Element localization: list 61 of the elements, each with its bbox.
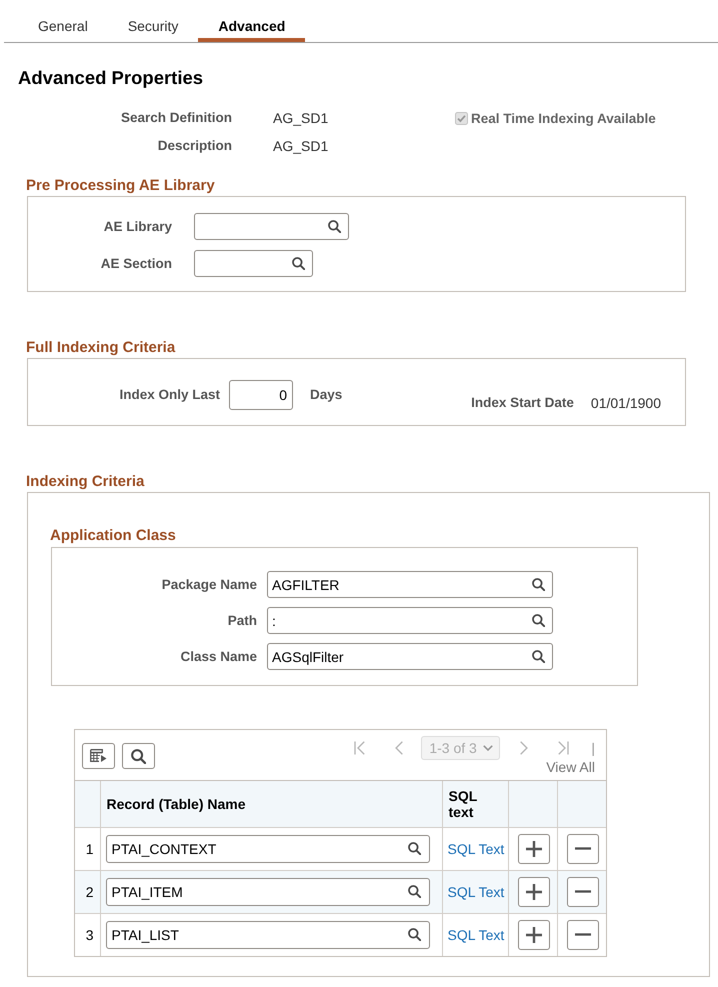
field-label: Search Definition <box>120 110 232 126</box>
minus-icon <box>574 890 590 893</box>
lookup-field[interactable]: AGFILTER <box>267 571 553 598</box>
search-icon[interactable] <box>131 748 146 764</box>
lookup-field[interactable]: PTAI_LIST <box>106 920 430 949</box>
find-button[interactable] <box>122 743 155 769</box>
field-value: AG_SD1 <box>273 138 328 154</box>
field-value: AG_SD1 <box>273 110 328 126</box>
unit-label: Days <box>310 387 342 403</box>
number-field[interactable]: 0 <box>229 380 293 410</box>
field-label: Description <box>158 138 232 154</box>
checkbox-label: Real Time Indexing Available <box>471 110 656 126</box>
lookup-field[interactable]: PTAI_CONTEXT <box>106 834 430 862</box>
search-icon[interactable] <box>408 928 420 942</box>
minus-icon <box>574 847 590 850</box>
tab[interactable]: General <box>18 0 108 42</box>
field-label: Path <box>228 612 257 628</box>
field-value: 01/01/1900 <box>590 395 661 411</box>
lookup-field[interactable]: AGSqlFilter <box>267 643 553 670</box>
separator-text: | <box>591 740 595 756</box>
row-number: 1 <box>75 827 100 870</box>
table-arrow-icon <box>90 749 107 763</box>
search-icon[interactable] <box>532 578 545 591</box>
lookup-field[interactable] <box>194 213 349 240</box>
tab[interactable]: Advanced <box>198 0 306 42</box>
search-icon[interactable] <box>532 650 545 663</box>
plus-icon <box>526 884 542 900</box>
row-number: 2 <box>75 870 100 913</box>
search-icon[interactable] <box>408 842 420 855</box>
section-title: Full Indexing Criteria <box>26 339 176 357</box>
add-row-button[interactable] <box>518 920 550 950</box>
field-label: AE Section <box>100 256 172 272</box>
personalize-button[interactable] <box>82 743 115 769</box>
add-row-button[interactable] <box>518 876 550 906</box>
search-icon[interactable] <box>328 220 341 233</box>
lookup-field[interactable]: : <box>267 607 553 634</box>
plus-icon <box>526 926 542 943</box>
add-row-button[interactable] <box>518 834 550 864</box>
tab[interactable]: Security <box>108 0 198 42</box>
section-title: Indexing Criteria <box>26 473 144 491</box>
page-title: Advanced Properties <box>18 66 204 90</box>
search-icon[interactable] <box>532 614 545 627</box>
delete-row-button[interactable] <box>566 876 598 906</box>
delete-row-button[interactable] <box>566 920 598 950</box>
field-label: AE Library <box>104 218 172 234</box>
search-icon[interactable] <box>408 885 420 898</box>
section-title: Application Class <box>50 527 176 545</box>
field-label: Index Only Last <box>119 387 220 403</box>
column-header: Record (Table) Name <box>100 781 442 827</box>
plus-icon <box>526 840 542 856</box>
section-title: Pre Processing AE Library <box>26 177 215 195</box>
search-icon[interactable] <box>292 257 305 270</box>
lookup-field[interactable]: PTAI_ITEM <box>106 878 430 906</box>
delete-row-button[interactable] <box>566 834 598 864</box>
lookup-field[interactable] <box>194 250 313 277</box>
chevron-down-icon <box>483 745 494 751</box>
field-label: Class Name <box>180 648 257 664</box>
minus-icon <box>574 933 590 936</box>
column-header: SQL text <box>442 781 508 827</box>
field-label: Package Name <box>162 576 257 592</box>
field-label: Index Start Date <box>471 395 574 411</box>
